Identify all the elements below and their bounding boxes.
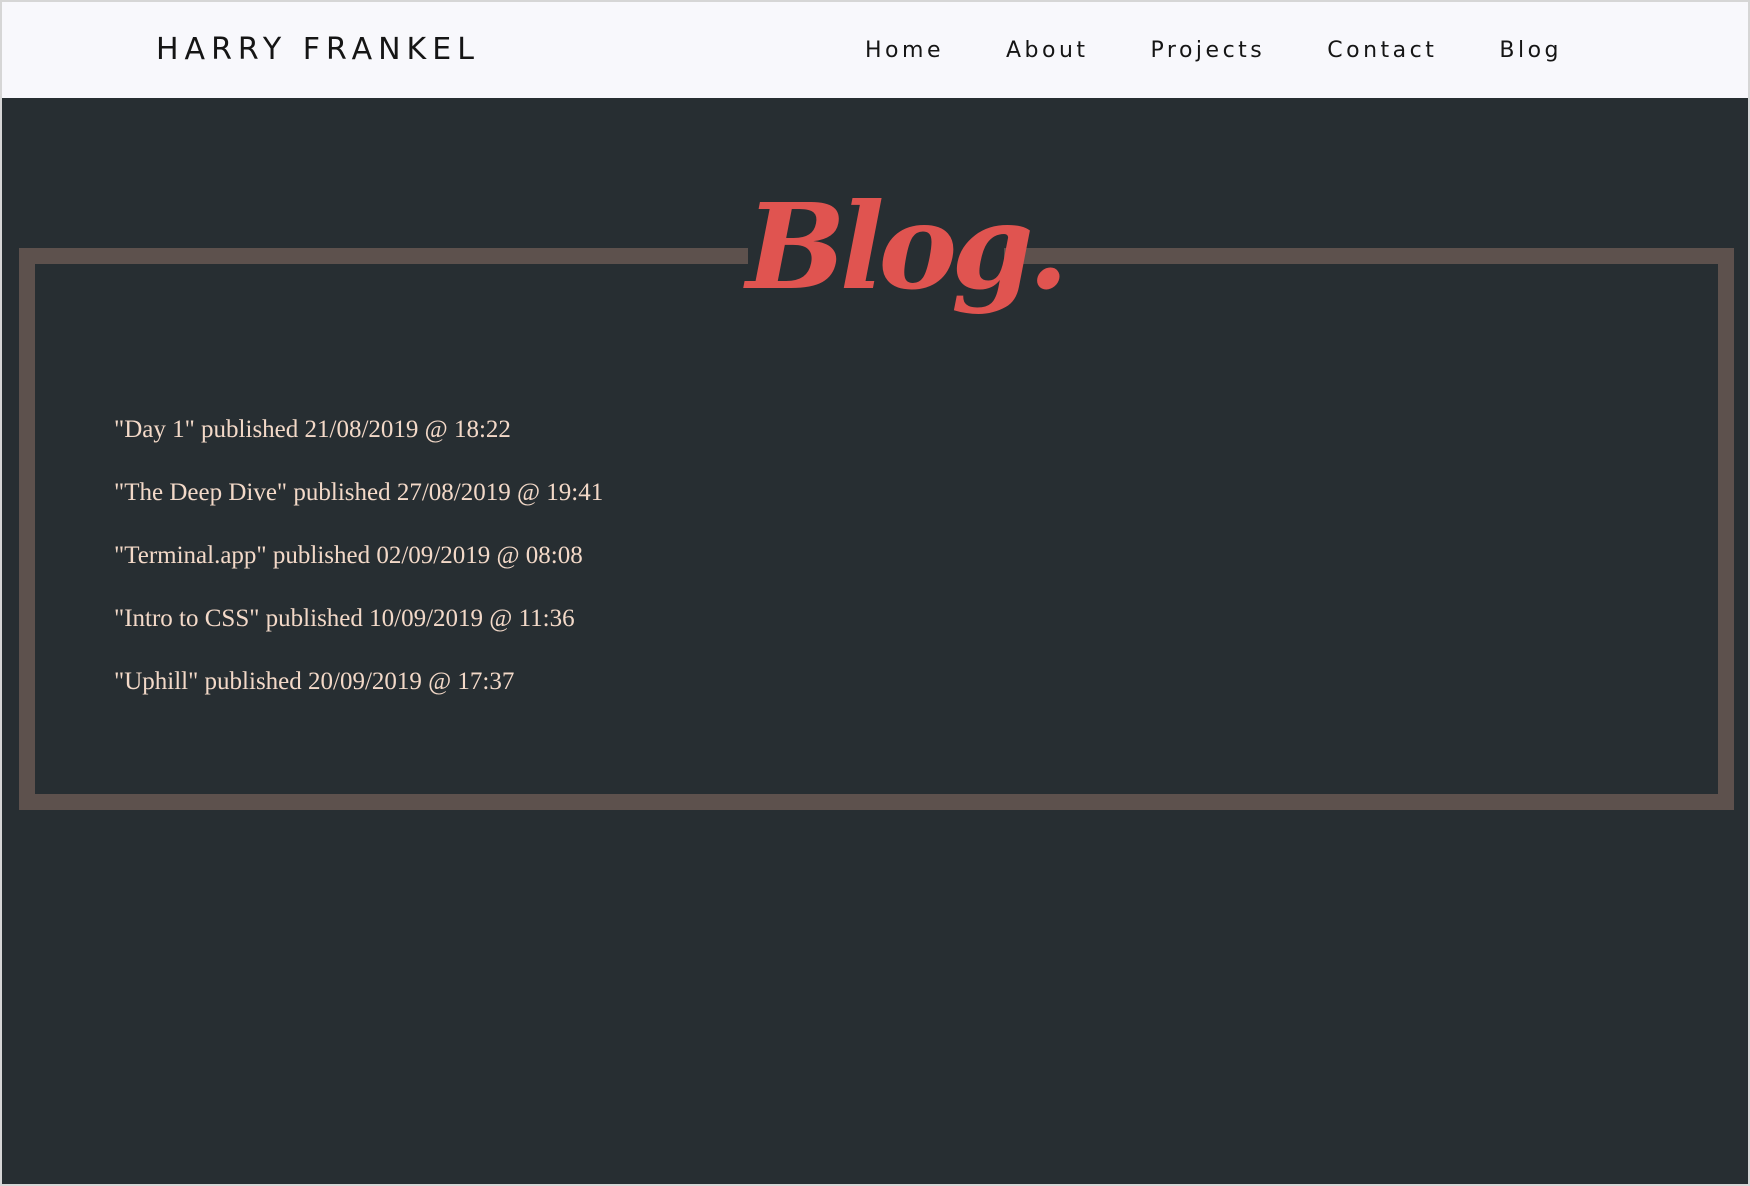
top-navbar: HARRY FRANKEL Home About Projects Contac… (2, 2, 1748, 98)
blog-post-link[interactable]: "Terminal.app" published 02/09/2019 @ 08… (114, 538, 603, 601)
site-brand[interactable]: HARRY FRANKEL (156, 32, 480, 67)
nav-link-about[interactable]: About (1006, 38, 1089, 63)
blog-post-list: "Day 1" published 21/08/2019 @ 18:22 "Th… (114, 412, 603, 727)
blog-post-link[interactable]: "Day 1" published 21/08/2019 @ 18:22 (114, 412, 603, 475)
page: HARRY FRANKEL Home About Projects Contac… (0, 0, 1750, 1186)
nav-link-home[interactable]: Home (865, 38, 944, 63)
main-nav: Home About Projects Contact Blog (865, 38, 1562, 63)
nav-link-blog[interactable]: Blog (1499, 38, 1562, 63)
blog-post-link[interactable]: "Intro to CSS" published 10/09/2019 @ 11… (114, 601, 603, 664)
blog-post-link[interactable]: "The Deep Dive" published 27/08/2019 @ 1… (114, 475, 603, 538)
page-title: Blog. (746, 177, 1069, 316)
blog-post-link[interactable]: "Uphill" published 20/09/2019 @ 17:37 (114, 664, 603, 727)
nav-link-projects[interactable]: Projects (1151, 38, 1266, 63)
nav-link-contact[interactable]: Contact (1327, 38, 1437, 63)
